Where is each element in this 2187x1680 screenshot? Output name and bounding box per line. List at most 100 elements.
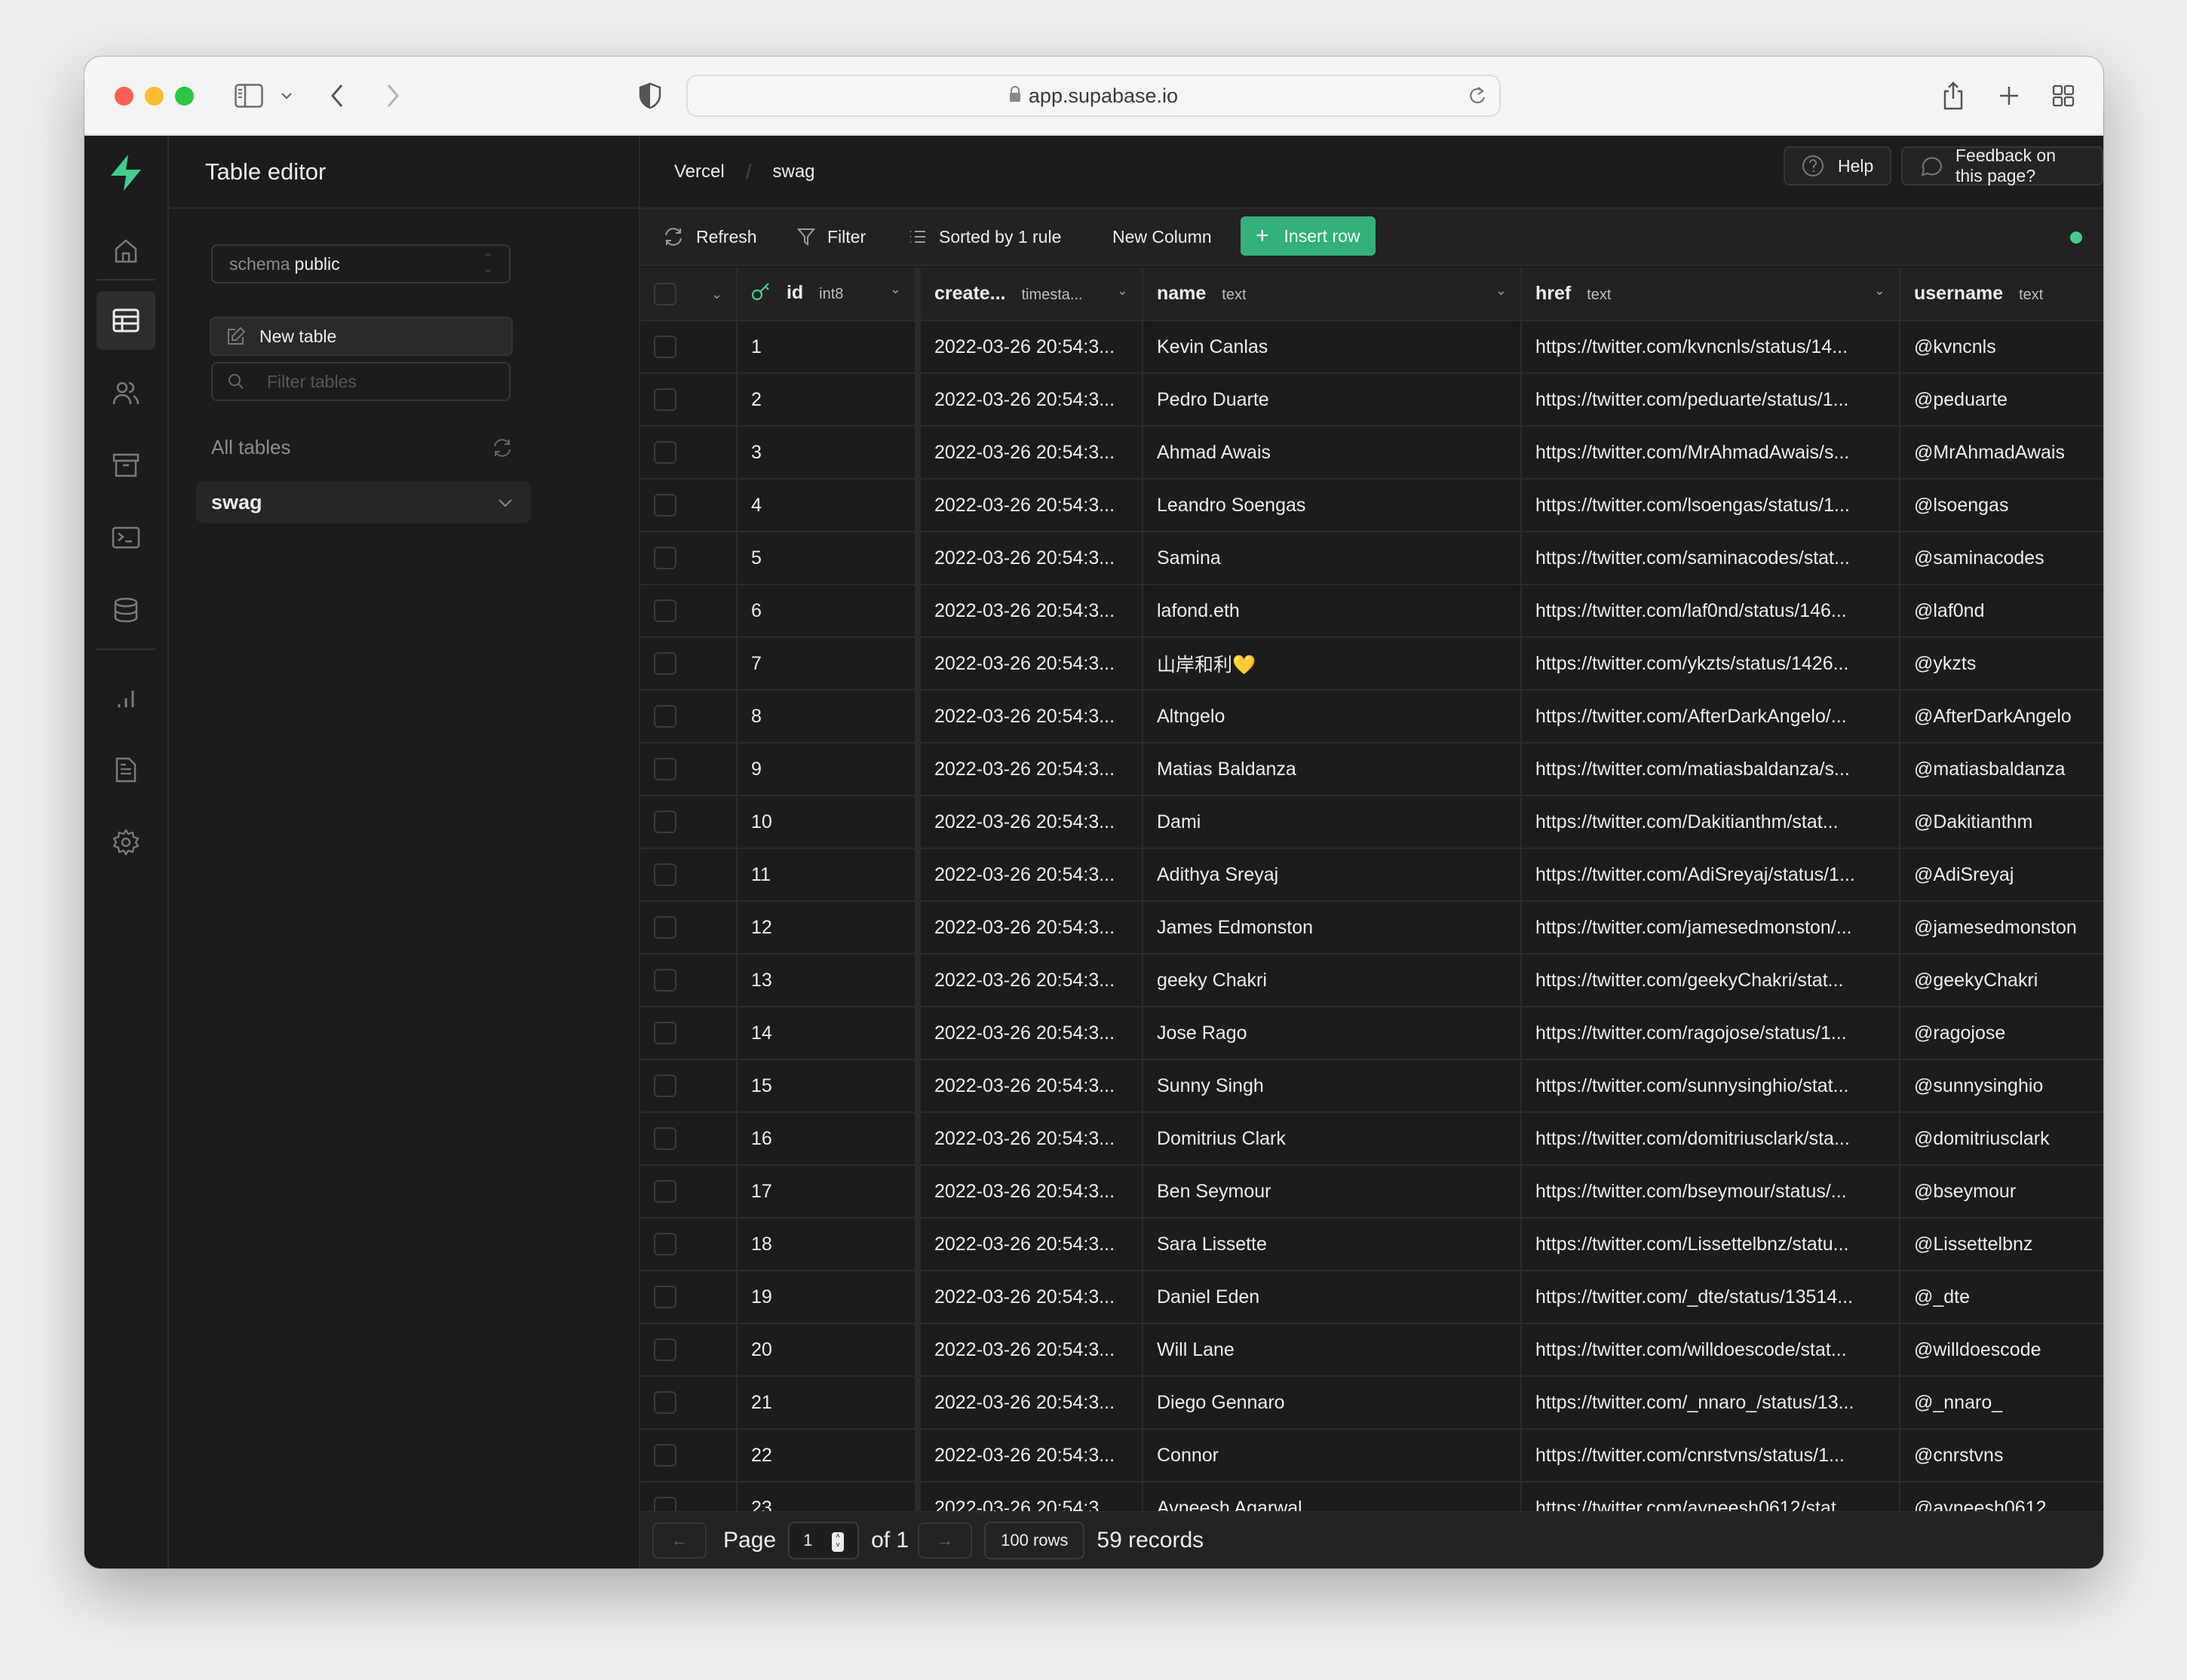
cell-name[interactable]: lafond.eth bbox=[1143, 584, 1522, 638]
next-page-button[interactable]: → bbox=[918, 1522, 973, 1559]
cell-href[interactable]: https://twitter.com/avneesh0612/stat... bbox=[1521, 1482, 1900, 1511]
database-icon[interactable] bbox=[97, 581, 155, 639]
cell-created-at[interactable]: 2022-03-26 20:54:3... bbox=[918, 690, 1143, 743]
row-select-cell[interactable] bbox=[640, 848, 738, 902]
table-row[interactable]: 21 2022-03-26 20:54:3... Diego Gennaro http… bbox=[640, 1376, 2103, 1430]
cell-href[interactable]: https://twitter.com/ragojose/status/1... bbox=[1521, 1007, 1900, 1060]
column-header-created-at[interactable]: create... timesta... ⌄ bbox=[918, 268, 1143, 321]
cell-href[interactable]: https://twitter.com/geekyChakri/stat... bbox=[1521, 954, 1900, 1007]
cell-id[interactable]: 3 bbox=[737, 426, 921, 480]
cell-created-at[interactable]: 2022-03-26 20:54:3... bbox=[918, 1112, 1143, 1166]
cell-href[interactable]: https://twitter.com/cnrstvns/status/1... bbox=[1521, 1429, 1900, 1482]
cell-name[interactable]: Daniel Eden bbox=[1143, 1271, 1522, 1324]
chevron-down-icon[interactable]: ⌄ bbox=[1495, 283, 1507, 299]
row-checkbox[interactable] bbox=[654, 863, 676, 887]
row-select-cell[interactable] bbox=[640, 1429, 738, 1482]
row-checkbox[interactable] bbox=[654, 1180, 676, 1203]
row-select-cell[interactable] bbox=[640, 320, 738, 374]
row-checkbox[interactable] bbox=[654, 916, 676, 940]
forward-icon[interactable] bbox=[382, 79, 404, 112]
cell-created-at[interactable]: 2022-03-26 20:54:3... bbox=[918, 796, 1143, 849]
cell-id[interactable]: 1 bbox=[737, 320, 921, 374]
settings-icon[interactable] bbox=[97, 813, 155, 872]
cell-username[interactable]: @jamesedmonston bbox=[1900, 901, 2103, 955]
cell-name[interactable]: Dami bbox=[1143, 796, 1522, 849]
row-select-cell[interactable] bbox=[640, 1218, 738, 1271]
new-column-button[interactable]: New Column bbox=[1112, 218, 1212, 256]
close-window-button[interactable] bbox=[115, 87, 133, 106]
row-select-cell[interactable] bbox=[640, 1007, 738, 1060]
row-select-cell[interactable] bbox=[640, 1376, 738, 1430]
cell-created-at[interactable]: 2022-03-26 20:54:3... bbox=[918, 479, 1143, 532]
row-select-cell[interactable] bbox=[640, 1482, 738, 1511]
select-all-checkbox[interactable] bbox=[654, 282, 676, 305]
chevron-down-icon[interactable]: ⌄ bbox=[1117, 283, 1128, 299]
cell-href[interactable]: https://twitter.com/peduarte/status/1... bbox=[1521, 373, 1900, 427]
cell-name[interactable]: Ahmad Awais bbox=[1143, 426, 1522, 480]
cell-id[interactable]: 19 bbox=[737, 1271, 921, 1324]
tab-overview-icon[interactable] bbox=[2048, 79, 2078, 112]
row-select-cell[interactable] bbox=[640, 1165, 738, 1219]
row-checkbox[interactable] bbox=[654, 811, 676, 834]
row-checkbox[interactable] bbox=[654, 969, 676, 992]
new-tab-icon[interactable] bbox=[1994, 79, 2024, 112]
table-row[interactable]: 3 2022-03-26 20:54:3... Ahmad Awais https:/… bbox=[640, 426, 2103, 480]
cell-username[interactable]: @kvncnls bbox=[1900, 320, 2103, 374]
cell-href[interactable]: https://twitter.com/MrAhmadAwais/s... bbox=[1521, 426, 1900, 480]
row-select-cell[interactable] bbox=[640, 532, 738, 585]
cell-id[interactable]: 12 bbox=[737, 901, 921, 955]
insert-row-button[interactable]: + Insert row bbox=[1241, 216, 1376, 256]
column-header-href[interactable]: href text ⌄ bbox=[1521, 268, 1900, 321]
row-checkbox[interactable] bbox=[654, 1391, 676, 1415]
cell-username[interactable]: @willdoescode bbox=[1900, 1323, 2103, 1377]
cell-username[interactable]: @geekyChakri bbox=[1900, 954, 2103, 1007]
cell-name[interactable]: Avneesh Agarwal bbox=[1143, 1482, 1522, 1511]
cell-name[interactable]: 山岸和利💛 bbox=[1143, 637, 1522, 691]
cell-created-at[interactable]: 2022-03-26 20:54:3... bbox=[918, 532, 1143, 585]
cell-created-at[interactable]: 2022-03-26 20:54:3... bbox=[918, 426, 1143, 480]
cell-created-at[interactable]: 2022-03-26 20:54:3... bbox=[918, 1218, 1143, 1271]
row-checkbox[interactable] bbox=[654, 758, 676, 781]
cell-created-at[interactable]: 2022-03-26 20:54:3... bbox=[918, 1271, 1143, 1324]
row-select-cell[interactable] bbox=[640, 1323, 738, 1377]
row-select-cell[interactable] bbox=[640, 1059, 738, 1113]
cell-name[interactable]: Diego Gennaro bbox=[1143, 1376, 1522, 1430]
table-row[interactable]: 17 2022-03-26 20:54:3... Ben Seymour https:… bbox=[640, 1165, 2103, 1219]
storage-icon[interactable] bbox=[97, 436, 155, 495]
cell-href[interactable]: https://twitter.com/laf0nd/status/146... bbox=[1521, 584, 1900, 638]
row-select-cell[interactable] bbox=[640, 426, 738, 480]
row-select-cell[interactable] bbox=[640, 637, 738, 691]
row-select-cell[interactable] bbox=[640, 373, 738, 427]
cell-created-at[interactable]: 2022-03-26 20:54:3... bbox=[918, 320, 1143, 374]
row-select-cell[interactable] bbox=[640, 1271, 738, 1324]
row-checkbox[interactable] bbox=[654, 1075, 676, 1098]
cell-href[interactable]: https://twitter.com/domitriusclark/sta..… bbox=[1521, 1112, 1900, 1166]
sidebar-toggle-icon[interactable] bbox=[232, 79, 265, 112]
table-row[interactable]: 20 2022-03-26 20:54:3... Will Lane https://… bbox=[640, 1323, 2103, 1377]
row-checkbox[interactable] bbox=[654, 599, 676, 623]
cell-username[interactable]: @avneesh0612 bbox=[1900, 1482, 2103, 1511]
cell-username[interactable]: @ykzts bbox=[1900, 637, 2103, 691]
cell-href[interactable]: https://twitter.com/kvncnls/status/14... bbox=[1521, 320, 1900, 374]
cell-username[interactable]: @AdiSreyaj bbox=[1900, 848, 2103, 902]
cell-created-at[interactable]: 2022-03-26 20:54:3... bbox=[918, 901, 1143, 955]
row-select-cell[interactable] bbox=[640, 584, 738, 638]
minimize-window-button[interactable] bbox=[145, 87, 164, 106]
account-icon[interactable] bbox=[97, 1555, 155, 1568]
address-bar[interactable]: app.supabase.io bbox=[686, 75, 1501, 117]
cell-username[interactable]: @Dakitianthm bbox=[1900, 796, 2103, 849]
cell-username[interactable]: @AfterDarkAngelo bbox=[1900, 690, 2103, 743]
table-row[interactable]: 18 2022-03-26 20:54:3... Sara Lissette http… bbox=[640, 1218, 2103, 1271]
table-row[interactable]: 13 2022-03-26 20:54:3... geeky Chakri https… bbox=[640, 954, 2103, 1007]
cell-href[interactable]: https://twitter.com/sunnysinghio/stat... bbox=[1521, 1059, 1900, 1113]
row-checkbox[interactable] bbox=[654, 652, 676, 676]
cell-href[interactable]: https://twitter.com/willdoescode/stat... bbox=[1521, 1323, 1900, 1377]
table-row[interactable]: 7 2022-03-26 20:54:3... 山岸和利💛 https://twitt… bbox=[640, 637, 2103, 691]
row-checkbox[interactable] bbox=[654, 388, 676, 412]
cell-name[interactable]: Sunny Singh bbox=[1143, 1059, 1522, 1113]
cell-created-at[interactable]: 2022-03-26 20:54:3... bbox=[918, 954, 1143, 1007]
row-checkbox[interactable] bbox=[654, 1022, 676, 1045]
cell-created-at[interactable]: 2022-03-26 20:54:3... bbox=[918, 584, 1143, 638]
cell-created-at[interactable]: 2022-03-26 20:54:3... bbox=[918, 1376, 1143, 1430]
cell-name[interactable]: James Edmonston bbox=[1143, 901, 1522, 955]
